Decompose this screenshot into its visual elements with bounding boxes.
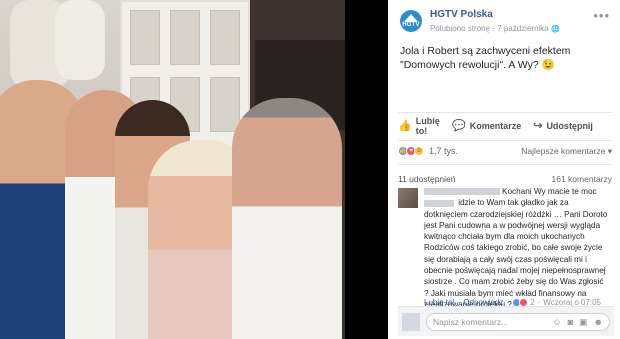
current-user-avatar [402,313,420,331]
speech-bubble-icon: 💬 [452,120,466,132]
house-icon [404,14,418,22]
photo-person-right [232,98,342,339]
more-options-icon[interactable]: ••• [593,9,610,22]
post-photo[interactable] [0,0,388,339]
comment-text: Kochani Wy macie te moc idzie to Wam tak… [424,186,609,310]
comments-count: 161 komentarzy [551,174,612,184]
comment-sort-dropdown[interactable]: Najlepsze komentarze ▾ [521,146,612,157]
post-actions: 👍 Lubię to! 💬 Komentarze ↪ Udostępnij [388,113,620,139]
post-stats: 11 udostępnień 161 komentarzy [398,174,612,184]
comment-text-part-1: Kochani Wy macie te [502,187,579,196]
liked-page-label: Polubiono stronę [430,24,491,33]
comment-text-part-2: moc [581,187,597,196]
shares-count-link[interactable]: 11 udostępnień [398,174,456,184]
post-text: Jola i Robert są zachwyceni efektem "Dom… [400,45,571,71]
comment-redacted-fragment [424,199,454,207]
post-date-link[interactable]: 7 października [497,24,549,33]
wow-reaction-icon: o [414,146,424,156]
comment-text-part-3: idzie to Wam tak gładko jak za dotknięci… [424,198,608,309]
post-meta: Polubiono stronę · 7 października 🌐 [430,24,560,33]
share-arrow-icon: ↪ [533,120,543,132]
photo-edge [345,0,388,339]
post-header: HGTV HGTV Polska Polubiono stronę · 7 pa… [388,0,620,36]
emoji-icon[interactable]: ☺ [552,317,561,327]
globe-icon: 🌐 [550,26,560,33]
comment-composer: Napisz komentarz... ☺ ◙ ▣ ☻ [398,306,614,336]
comment-input[interactable]: Napisz komentarz... ☺ ◙ ▣ ☻ [426,313,610,331]
page-name-link[interactable]: HGTV Polska [430,9,493,20]
comment-button[interactable]: 💬 Komentarze [452,120,522,132]
share-button-label: Udostępnij [546,121,593,131]
reactions-summary[interactable]: 👍 ♥ o 1,7 tys. [398,146,458,156]
camera-icon[interactable]: ◙ [568,317,573,327]
page-avatar-logo: HGTV [402,22,420,28]
divider-reactions [398,164,612,165]
divider-actions [398,140,612,141]
like-button[interactable]: 👍 Lubię to! [398,116,440,136]
post-sidebar: HGTV HGTV Polska Polubiono stronę · 7 pa… [388,0,620,339]
commenter-name-redacted[interactable] [424,188,500,196]
share-button[interactable]: ↪ Udostępnij [533,120,593,132]
comment-button-label: Komentarze [469,121,522,131]
comment-input-placeholder: Napisz komentarz... [433,317,509,327]
commenter-avatar[interactable] [398,188,418,208]
page-avatar[interactable]: HGTV [400,10,422,32]
like-button-label: Lubię to! [415,116,440,136]
thumbs-up-icon: 👍 [398,120,412,132]
reactions-count: 1,7 tys. [429,146,459,156]
sticker-icon[interactable]: ☻ [594,317,603,327]
photo-person-bg-2 [55,0,105,80]
gif-icon[interactable]: ▣ [579,317,588,328]
